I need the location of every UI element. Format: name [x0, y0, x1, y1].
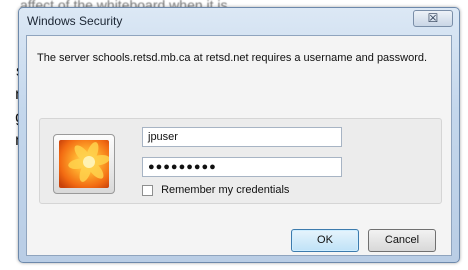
ok-button[interactable]: OK: [291, 229, 359, 252]
flower-icon: [59, 140, 109, 188]
remember-credentials-label[interactable]: Remember my credentials: [161, 184, 289, 196]
credential-panel: jpuser ●●●●●●●●● Remember my credentials: [39, 118, 442, 204]
credential-request-message: The server schools.retsd.mb.ca at retsd.…: [37, 52, 428, 64]
close-button[interactable]: ☒: [413, 10, 453, 27]
remember-credentials-option[interactable]: Remember my credentials: [142, 183, 289, 197]
password-field[interactable]: ●●●●●●●●●: [142, 157, 342, 177]
user-picture-icon: [53, 134, 115, 194]
title-bar[interactable]: Windows Security ☒: [19, 8, 459, 32]
remember-credentials-checkbox[interactable]: [142, 184, 153, 196]
cancel-button[interactable]: Cancel: [368, 229, 436, 252]
close-icon: ☒: [427, 11, 439, 25]
username-field[interactable]: jpuser: [142, 127, 342, 147]
dialog-body: The server schools.retsd.mb.ca at retsd.…: [26, 35, 452, 256]
window-title: Windows Security: [27, 14, 123, 28]
windows-security-dialog: Windows Security ☒ The server schools.re…: [18, 7, 460, 263]
